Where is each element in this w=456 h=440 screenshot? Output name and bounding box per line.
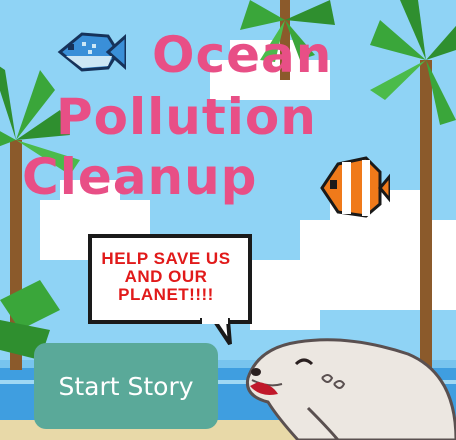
title-screen: Ocean Pollution Cleanup HELP SAVE US AND… <box>0 0 456 440</box>
seal-icon <box>245 338 456 440</box>
clownfish-icon <box>320 156 390 218</box>
title-line-ocean: Ocean <box>152 26 333 84</box>
speech-bubble-text: HELP SAVE US AND OUR PLANET!!!! <box>101 249 231 304</box>
title-line-pollution: Pollution <box>56 88 317 146</box>
title-line-cleanup: Cleanup <box>22 148 258 206</box>
start-story-button[interactable]: Start Story <box>34 343 218 429</box>
blue-fish-icon <box>57 32 126 72</box>
